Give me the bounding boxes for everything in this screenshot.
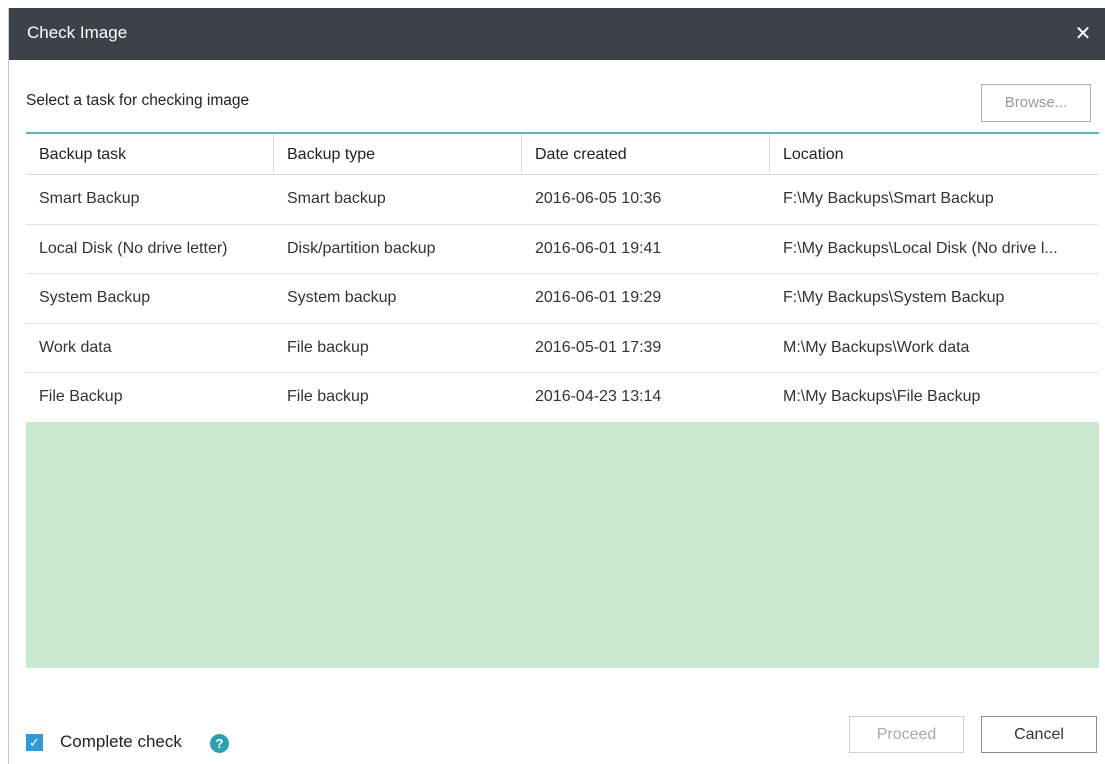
check-image-dialog: Check Image ✕ Select a task for checking… bbox=[8, 8, 1105, 764]
cell-backup-task: System Backup bbox=[39, 289, 151, 306]
checkmark-icon: ✓ bbox=[29, 735, 40, 750]
close-icon[interactable]: ✕ bbox=[1072, 21, 1094, 46]
proceed-button[interactable]: Proceed bbox=[849, 716, 964, 753]
cell-location: F:\My Backups\Local Disk (No drive l... bbox=[783, 239, 1058, 257]
cell-date-created: 2016-04-23 13:14 bbox=[535, 388, 662, 405]
cell-backup-task: Work data bbox=[39, 338, 112, 356]
cell-date-created: 2016-06-01 19:29 bbox=[535, 289, 662, 306]
cell-date-created: 2016-06-01 19:41 bbox=[535, 239, 662, 257]
dialog-title: Check Image bbox=[27, 23, 128, 42]
column-header-backup-task[interactable]: Backup task bbox=[26, 134, 274, 175]
column-header-date-created[interactable]: Date created bbox=[522, 134, 770, 175]
table-empty-area bbox=[26, 422, 1099, 668]
instruction-text: Select a task for checking image bbox=[26, 92, 250, 109]
cell-backup-task: Smart Backup bbox=[39, 190, 140, 207]
cell-location: F:\My Backups\Smart Backup bbox=[783, 190, 994, 207]
table-row[interactable]: Smart Backup Smart backup 2016-06-05 10:… bbox=[26, 175, 1099, 225]
table-row[interactable]: File Backup File backup 2016-04-23 13:14… bbox=[26, 373, 1099, 423]
table-header: Backup task Backup type Date created Loc… bbox=[26, 132, 1099, 175]
cell-date-created: 2016-05-01 17:39 bbox=[535, 338, 662, 356]
cell-backup-type: Smart backup bbox=[287, 190, 386, 207]
cell-location: M:\My Backups\Work data bbox=[783, 338, 970, 356]
cell-backup-type: File backup bbox=[287, 338, 369, 356]
table-row[interactable]: Local Disk (No drive letter) Disk/partit… bbox=[26, 225, 1099, 274]
cell-backup-type: System backup bbox=[287, 289, 397, 306]
cell-backup-type: Disk/partition backup bbox=[287, 239, 436, 257]
complete-check-checkbox[interactable]: ✓ bbox=[26, 734, 43, 751]
complete-check-label[interactable]: Complete check bbox=[60, 732, 182, 752]
cell-location: F:\My Backups\System Backup bbox=[783, 289, 1005, 306]
backup-task-table: Backup task Backup type Date created Loc… bbox=[26, 132, 1099, 423]
cell-backup-task: Local Disk (No drive letter) bbox=[39, 239, 228, 257]
title-bar: Check Image ✕ bbox=[9, 8, 1105, 60]
table-row[interactable]: Work data File backup 2016-05-01 17:39 M… bbox=[26, 324, 1099, 373]
question-icon[interactable]: ? bbox=[210, 734, 229, 753]
cell-location: M:\My Backups\File Backup bbox=[783, 388, 981, 405]
cell-backup-task: File Backup bbox=[39, 388, 123, 405]
cell-backup-type: File backup bbox=[287, 388, 369, 405]
cancel-button[interactable]: Cancel bbox=[981, 716, 1097, 753]
column-header-location[interactable]: Location bbox=[770, 134, 1099, 175]
table-row[interactable]: System Backup System backup 2016-06-01 1… bbox=[26, 274, 1099, 324]
browse-button[interactable]: Browse... bbox=[981, 84, 1091, 122]
column-header-backup-type[interactable]: Backup type bbox=[274, 134, 522, 175]
cell-date-created: 2016-06-05 10:36 bbox=[535, 190, 662, 207]
